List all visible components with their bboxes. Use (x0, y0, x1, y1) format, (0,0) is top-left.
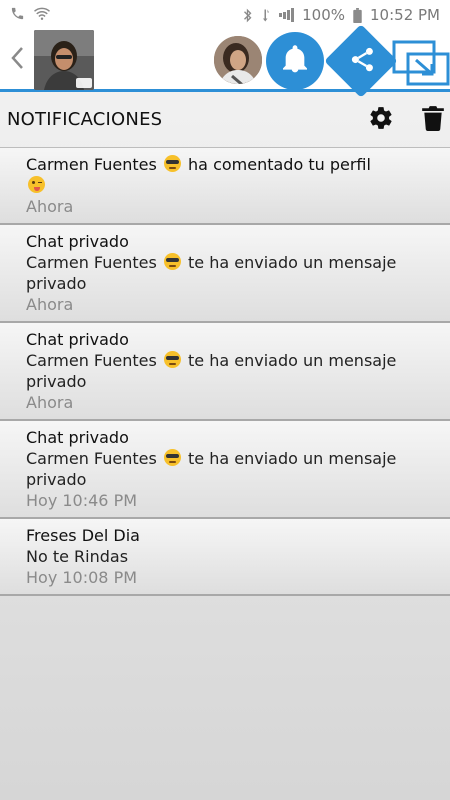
item-title: Freses Del Dia (26, 526, 140, 545)
list-item[interactable]: Freses Del Dia No te Rindas Hoy 10:08 PM (0, 519, 450, 596)
wifi-icon (33, 6, 51, 25)
bluetooth-icon (242, 8, 253, 23)
data-icon (261, 8, 271, 23)
gear-icon[interactable] (368, 105, 394, 135)
item-body (26, 175, 440, 196)
toolbar (0, 24, 450, 98)
list-item[interactable]: Carmen Fuentes ha comentado tu perfil Ah… (0, 148, 450, 225)
item-sender: Carmen Fuentes (26, 253, 157, 272)
list-item[interactable]: Chat privado Carmen Fuentes te ha enviad… (0, 323, 450, 421)
share-icon (340, 40, 382, 82)
back-button[interactable] (0, 29, 34, 91)
item-title: Chat privado (26, 428, 129, 447)
item-body: Carmen Fuentes te ha enviado un mensaje … (26, 448, 440, 490)
user-avatar[interactable] (212, 34, 264, 86)
back-arrow-icon (10, 46, 24, 74)
item-title: Chat privado (26, 232, 129, 251)
trash-icon[interactable] (422, 105, 444, 135)
item-sender: Carmen Fuentes (26, 155, 157, 174)
status-left (10, 6, 51, 25)
expand-button[interactable] (392, 40, 450, 86)
item-title: Chat privado (26, 330, 129, 349)
status-bar: 100% 10:52 PM (0, 0, 450, 30)
wink-tongue-emoji-icon (28, 176, 45, 193)
item-title: Carmen Fuentes ha comentado tu perfil (26, 154, 440, 175)
expand-icon (392, 40, 450, 90)
notification-list: Carmen Fuentes ha comentado tu perfil Ah… (0, 148, 450, 596)
bell-icon (279, 43, 311, 79)
status-right: 100% 10:52 PM (242, 6, 440, 24)
profile-photo[interactable] (34, 29, 94, 90)
item-body: Carmen Fuentes te ha enviado un mensaje … (26, 252, 440, 294)
sunglasses-emoji-icon (163, 253, 181, 270)
list-item[interactable]: Chat privado Carmen Fuentes te ha enviad… (0, 225, 450, 323)
sunglasses-emoji-icon (163, 351, 181, 368)
sunglasses-emoji-icon (163, 449, 181, 466)
item-sender: Carmen Fuentes (26, 351, 157, 370)
signal-icon (279, 8, 295, 22)
item-body: Carmen Fuentes te ha enviado un mensaje … (26, 350, 440, 392)
clock: 10:52 PM (370, 6, 440, 24)
header-actions (368, 105, 444, 135)
item-time: Ahora (26, 295, 74, 314)
share-button[interactable] (324, 24, 398, 98)
item-sender: Carmen Fuentes (26, 449, 157, 468)
toolbar-actions (212, 24, 450, 98)
item-time: Ahora (26, 393, 74, 412)
notifications-button[interactable] (266, 32, 324, 90)
item-time: Ahora (26, 197, 74, 216)
battery-icon (353, 7, 362, 23)
page-title: NOTIFICACIONES (7, 109, 163, 130)
sunglasses-emoji-icon (163, 155, 181, 172)
battery-text: 100% (302, 6, 346, 24)
phone-icon (10, 6, 25, 25)
item-time: Hoy 10:46 PM (26, 491, 138, 510)
notifications-header: NOTIFICACIONES (0, 92, 450, 148)
item-title-suffix: ha comentado tu perfil (188, 155, 371, 174)
item-time: Hoy 10:08 PM (26, 568, 138, 587)
item-message: No te Rindas (26, 547, 129, 566)
list-item[interactable]: Chat privado Carmen Fuentes te ha enviad… (0, 421, 450, 519)
